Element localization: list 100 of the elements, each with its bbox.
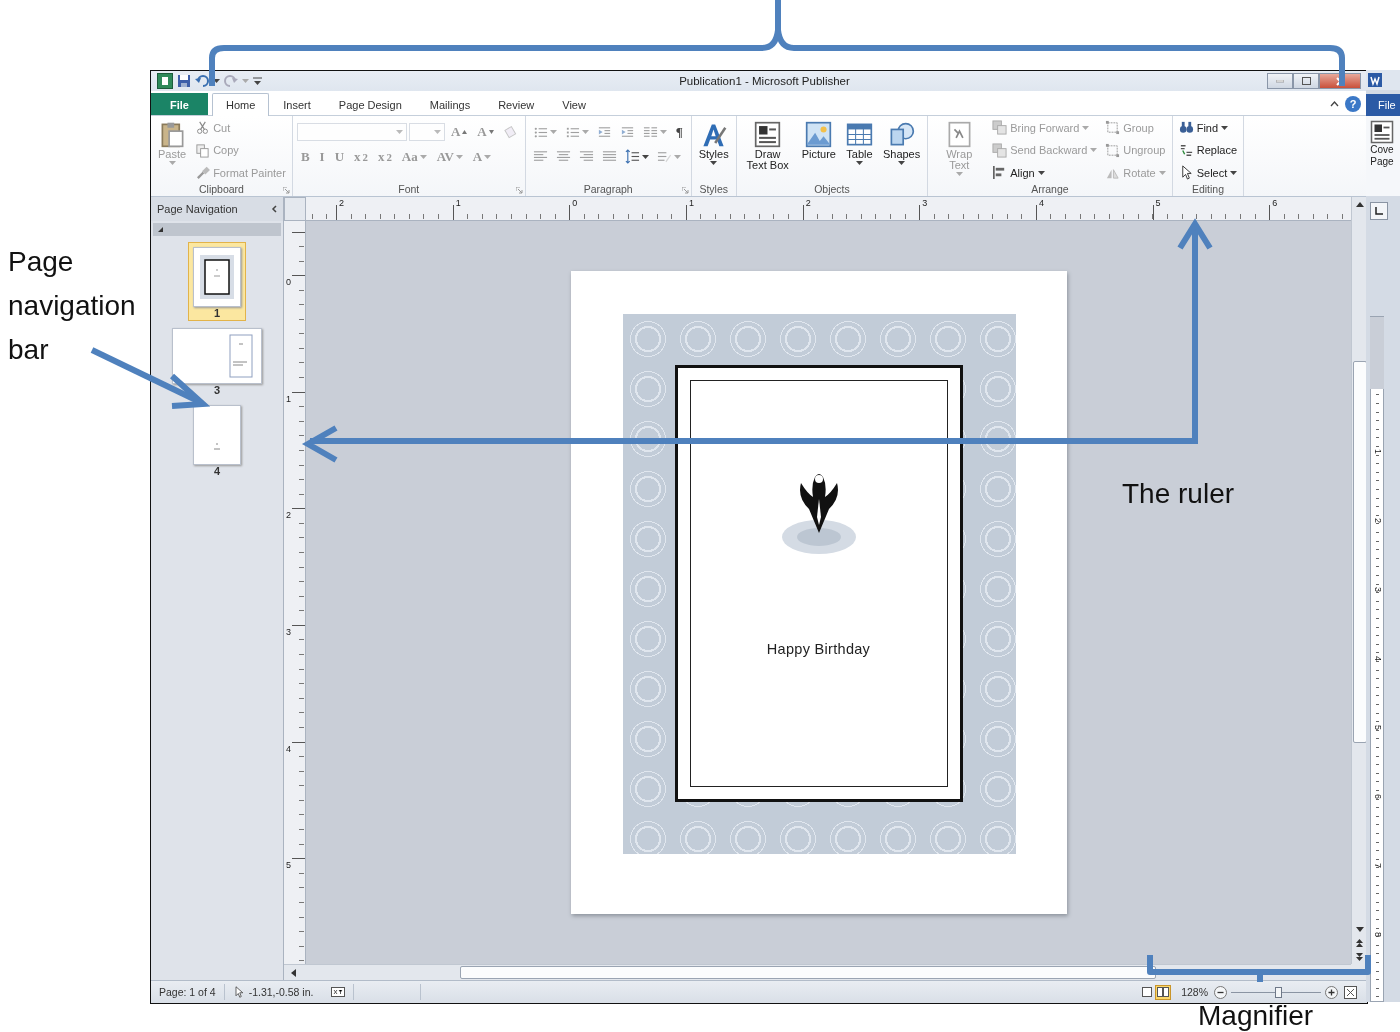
copy-icon	[195, 142, 211, 158]
launcher-icon[interactable]	[681, 187, 689, 194]
down-arrow-icon	[1355, 926, 1364, 932]
cursor-position: -1.31,-0.58 in.	[248, 986, 314, 998]
caret-icon	[710, 161, 718, 165]
page-thumbnail[interactable]: 1	[188, 242, 246, 321]
zoom-level: 128%	[1180, 986, 1209, 998]
plus-icon	[1325, 985, 1338, 999]
ruler-number: 2	[1372, 518, 1383, 525]
ruler-number: 1	[687, 197, 695, 208]
scissors-icon	[195, 120, 211, 135]
ribbon-tab[interactable]: Review	[484, 93, 549, 115]
ruler-number: 4	[1372, 656, 1383, 663]
ruler-number: 1	[1372, 449, 1383, 456]
picture-button[interactable]: Picture	[798, 120, 839, 161]
maximize-button[interactable]	[1293, 73, 1319, 89]
slider-thumb[interactable]	[1274, 986, 1282, 998]
ruler-number: 5	[1154, 197, 1162, 208]
dashed-square-icon	[1105, 142, 1121, 158]
launcher-icon[interactable]	[515, 187, 523, 194]
undo-icon[interactable]	[195, 74, 209, 88]
vertical-scrollbar[interactable]	[1351, 197, 1367, 964]
collapse-ribbon-icon[interactable]	[1330, 101, 1339, 107]
file-tab[interactable]: File	[1366, 94, 1400, 116]
replace-button[interactable]: Replace	[1176, 142, 1240, 158]
help-button[interactable]: ?	[1345, 96, 1361, 112]
tab-selector-button[interactable]	[1370, 202, 1388, 220]
caret-icon	[168, 161, 176, 165]
ruler-number: 7	[1372, 863, 1383, 870]
fit-page-icon	[1344, 985, 1357, 999]
caret-icon	[433, 130, 441, 134]
ribbon-tab[interactable]: Insert	[269, 93, 325, 115]
find-button[interactable]: Find	[1176, 120, 1240, 135]
up-arrow-icon	[1355, 201, 1364, 207]
double-down-arrow-icon	[1356, 953, 1363, 961]
caret-icon	[549, 130, 557, 134]
ribbon-tab[interactable]: View	[548, 93, 600, 115]
columns-icon	[642, 124, 658, 140]
show-marks-button[interactable]: ¶	[671, 123, 687, 141]
align-left-icon	[532, 149, 548, 164]
two-page-view-button[interactable]	[1155, 984, 1172, 1000]
ruler-margin	[1370, 317, 1384, 389]
overlap-squares-icon	[992, 142, 1008, 158]
collapse-pane-icon[interactable]	[271, 205, 277, 213]
caret-icon	[213, 79, 220, 83]
page-preview-drawing	[214, 442, 220, 450]
indent-left-icon	[596, 124, 612, 140]
caret-icon	[673, 154, 681, 159]
ribbon-tab[interactable]: Page Design	[324, 93, 416, 115]
ribbon-tab[interactable]: Mailings	[415, 93, 485, 115]
align-button[interactable]: Align	[990, 165, 1100, 180]
text-box-icon	[1370, 120, 1394, 144]
ruler-number: 5	[285, 859, 292, 873]
picture-icon	[805, 121, 833, 148]
group-label: Styles	[699, 183, 728, 195]
caret-icon	[484, 155, 492, 159]
draw-text-box-button[interactable]: Draw Text Box	[740, 120, 795, 172]
maximize-icon	[1301, 77, 1311, 85]
group-label: Arrange	[1031, 183, 1069, 195]
horizontal-scrollbar[interactable]	[284, 964, 1351, 980]
group-label: Clipboard	[198, 183, 244, 195]
ruler-number: 2	[338, 197, 345, 208]
styles-button[interactable]: Styles	[695, 120, 732, 166]
annotation-label: Page navigation bar	[8, 245, 137, 367]
select-button[interactable]: Select	[1176, 165, 1240, 180]
file-tab[interactable]: File	[151, 93, 208, 115]
caret-icon	[855, 161, 863, 165]
table-button[interactable]: Table	[842, 120, 876, 166]
align-right-icon	[578, 149, 594, 164]
align-center-icon	[555, 149, 571, 164]
left-arrow-icon	[290, 968, 296, 977]
text-box-icon	[754, 121, 782, 148]
app-icon[interactable]	[157, 73, 173, 89]
launcher-icon[interactable]	[282, 187, 290, 194]
caret-icon	[898, 161, 906, 165]
table-icon	[845, 121, 873, 148]
greeting-text: Happy Birthday	[766, 641, 871, 657]
pane-title: Page Navigation	[157, 203, 238, 215]
customize-menu-icon[interactable]	[253, 77, 262, 85]
group-label: Objects	[814, 183, 850, 195]
zoom-out-button[interactable]	[1214, 985, 1227, 999]
zoom-in-button[interactable]	[1325, 985, 1338, 999]
fit-page-button[interactable]	[1344, 985, 1357, 999]
save-icon[interactable]	[177, 74, 191, 88]
ruler-number: 4	[285, 742, 292, 756]
ruler-number: 3	[285, 625, 292, 639]
ruler-number: 2	[285, 509, 292, 523]
dashed-square-icon	[1105, 120, 1121, 135]
group-label: Paragraph	[583, 183, 633, 195]
expand-triangle-icon[interactable]	[158, 227, 163, 232]
ruler-number: 3	[921, 197, 929, 208]
caret-icon	[395, 130, 403, 134]
object-size-icon	[331, 987, 346, 997]
corner-icon	[1375, 207, 1383, 215]
ruler-number: 1	[454, 197, 462, 208]
overlap-squares-icon	[992, 120, 1008, 135]
caret-icon	[1090, 148, 1098, 152]
shapes-button[interactable]: Shapes	[879, 120, 924, 166]
two-page-icon	[1157, 987, 1170, 997]
ribbon-tab[interactable]: Home	[211, 93, 270, 116]
